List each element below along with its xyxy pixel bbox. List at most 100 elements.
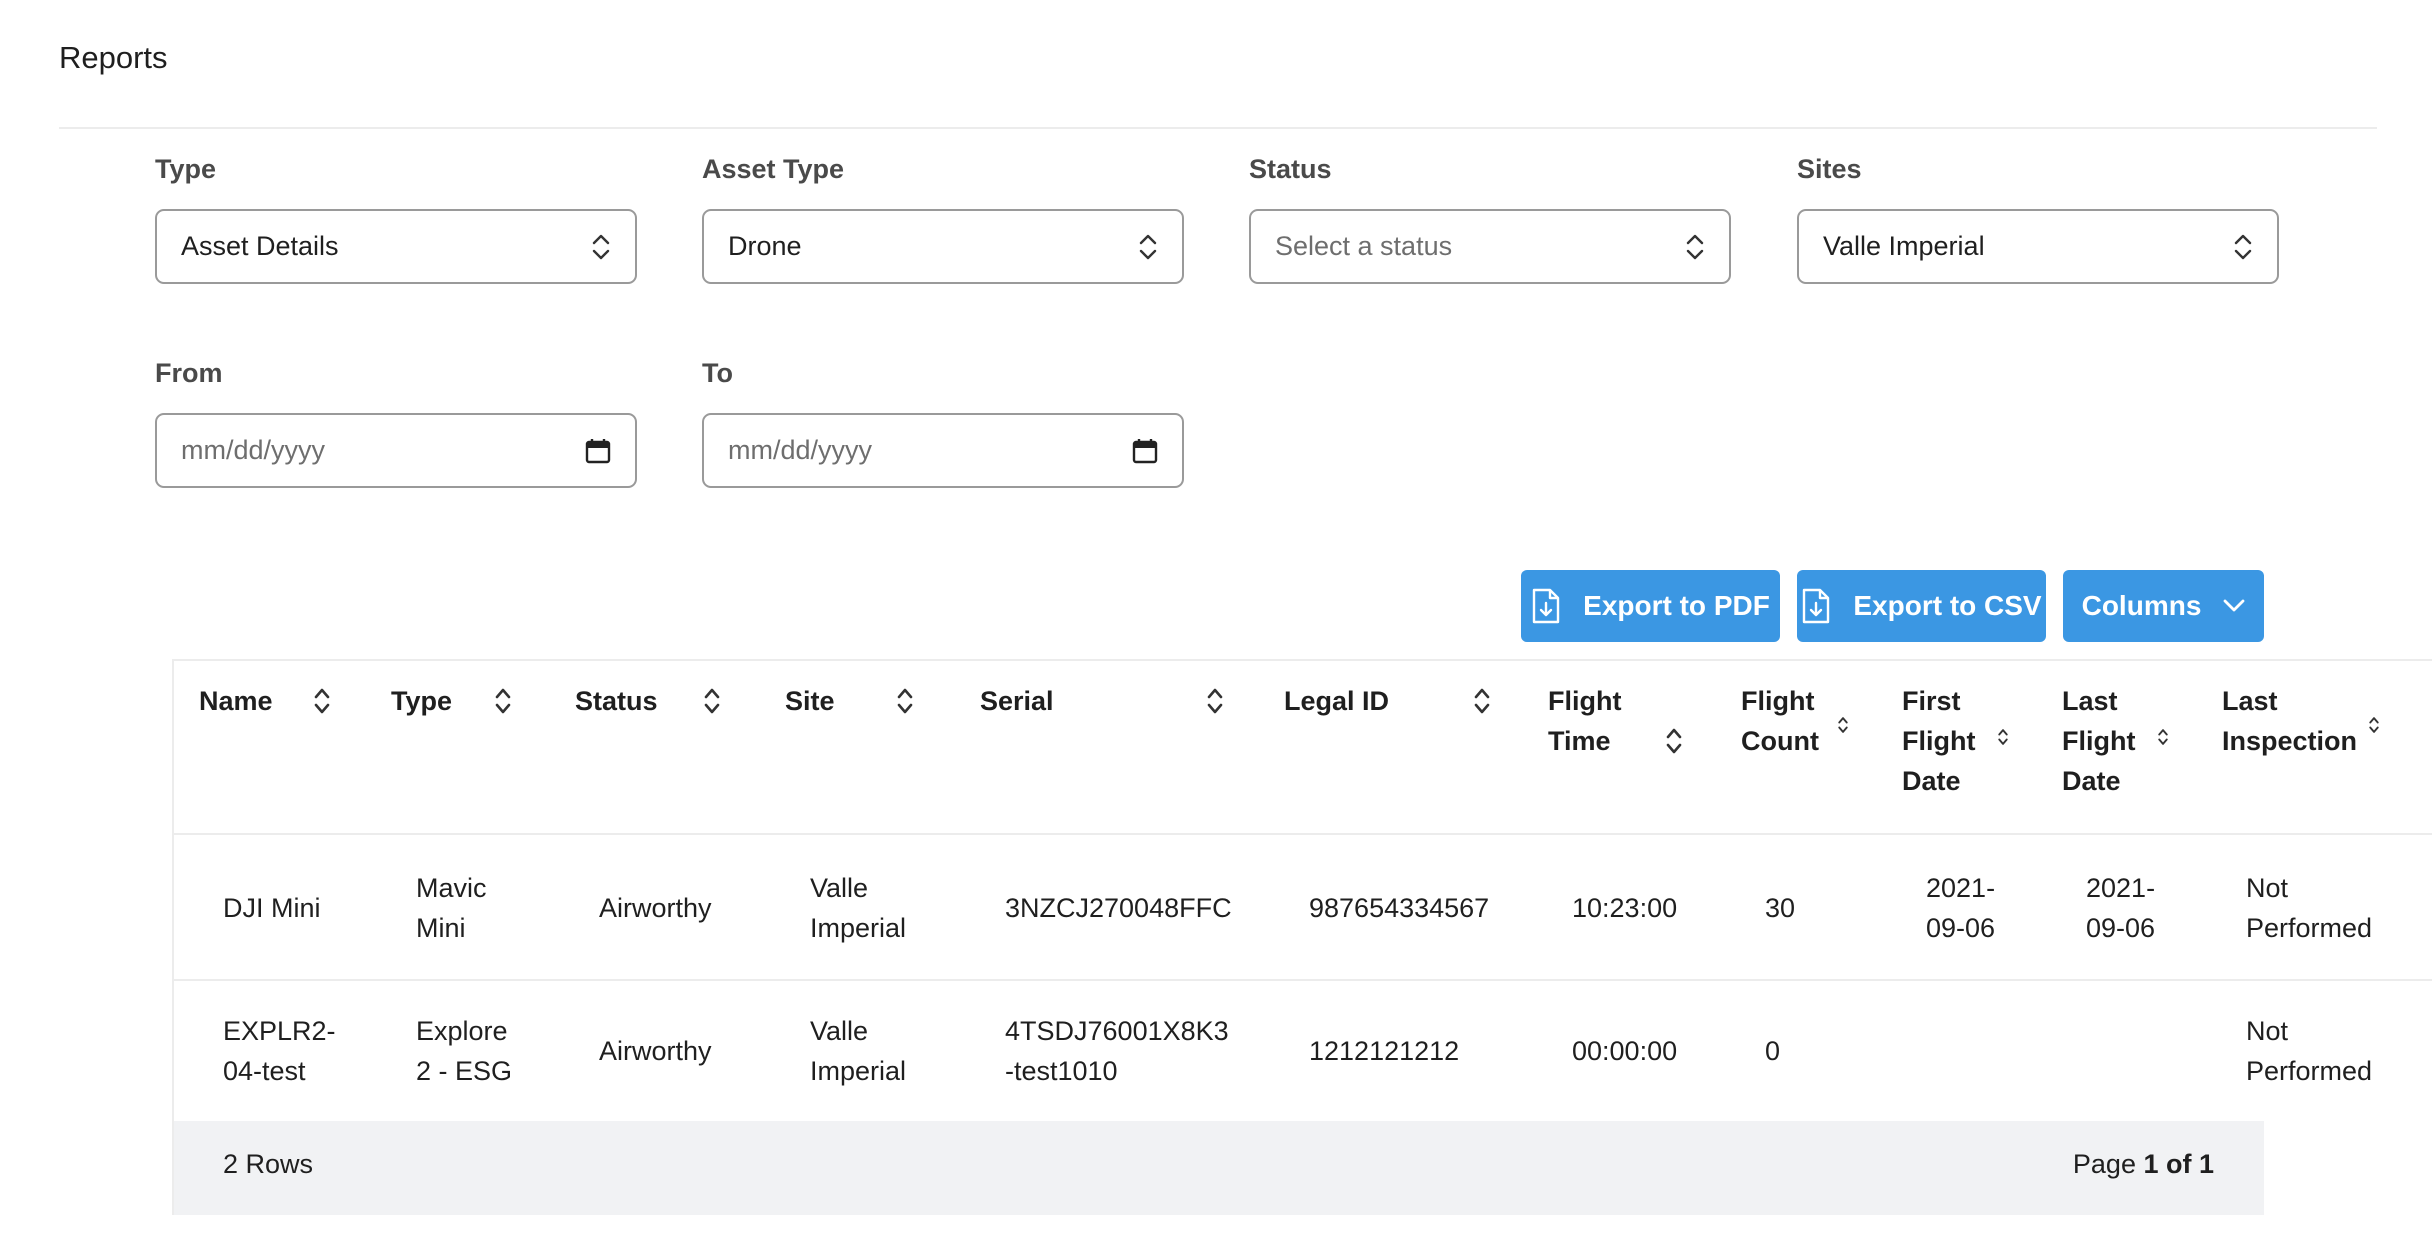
column-header-label-line: Serial: [980, 686, 1054, 716]
from-label: From: [155, 358, 223, 388]
column-header-label-line: Type: [391, 686, 453, 716]
cell-text-line: 3NZCJ270048FFC: [1005, 893, 1232, 923]
cell-site: Valle Imperial: [810, 1011, 906, 1091]
page-prefix: Page: [2072, 1149, 2144, 1179]
column-header-label: Legal ID: [1284, 681, 1389, 721]
table-footer: 2 Rows Page 1 of 1: [174, 1121, 2264, 1215]
cell-text-line: 987654334567: [1309, 893, 1490, 923]
column-header-label: Flight Time: [1548, 681, 1621, 761]
column-header-label-line: Date: [1902, 766, 1961, 796]
column-header-flight-time[interactable]: Flight Time: [1548, 681, 1621, 761]
cell-text-line: Airworthy: [599, 1036, 712, 1066]
sort-icon[interactable]: [1665, 725, 1683, 757]
cell-serial: 4TSDJ76001X8K3 -test1010: [1005, 1011, 1229, 1091]
sort-icon[interactable]: [1997, 727, 2009, 747]
cell-last-inspection: Not Performed: [2246, 868, 2372, 948]
column-header-label: Status: [575, 681, 658, 721]
status-select[interactable]: Select a status: [1249, 209, 1731, 284]
column-header-label-line: Status: [575, 686, 658, 716]
sort-icon[interactable]: [703, 685, 721, 717]
column-header-label-line: Site: [785, 686, 835, 716]
sort-icon[interactable]: [896, 685, 914, 717]
cell-text-line: -test1010: [1005, 1056, 1118, 1086]
column-header-last-flight-date[interactable]: Last Flight Date: [2062, 681, 2135, 801]
column-header-label-line: Flight: [2062, 726, 2136, 756]
column-header-flight-count[interactable]: Flight Count: [1741, 681, 1819, 761]
file-download-icon: [1803, 588, 1830, 624]
sort-icon[interactable]: [313, 685, 331, 717]
calendar-icon[interactable]: [1132, 438, 1158, 464]
page-title: Reports: [59, 40, 168, 75]
column-header-label-line: First: [1902, 686, 1961, 716]
sort-icon[interactable]: [1206, 685, 1224, 717]
column-header-type[interactable]: Type: [391, 681, 452, 721]
column-header-label: Type: [391, 681, 452, 721]
cell-text-line: Imperial: [810, 1056, 907, 1086]
column-header-label-line: Last: [2222, 686, 2278, 716]
up-down-chevron-icon: [1686, 234, 1704, 259]
cell-text-line: 2021-: [1926, 873, 1996, 903]
sites-select[interactable]: Valle Imperial: [1797, 209, 2279, 284]
columns-button[interactable]: Columns: [2063, 570, 2264, 642]
column-header-site[interactable]: Site: [785, 681, 835, 721]
export-pdf-button[interactable]: Export to PDF: [1521, 570, 1780, 642]
sort-icon[interactable]: [2368, 715, 2380, 735]
export-csv-button[interactable]: Export to CSV: [1797, 570, 2046, 642]
cell-legal-id: 987654334567: [1309, 888, 1489, 928]
column-header-label-line: Last: [2062, 686, 2118, 716]
from-date-placeholder: mm/dd/yyyy: [181, 435, 326, 465]
column-header-label: Name: [199, 681, 273, 721]
column-header-label-line: Flight: [1741, 686, 1815, 716]
asset-type-select[interactable]: Drone: [702, 209, 1184, 284]
cell-text-line: Not: [2246, 873, 2289, 903]
column-header-label-line: Inspection: [2222, 726, 2358, 756]
sort-icon[interactable]: [1473, 685, 1491, 717]
column-header-first-flight-date[interactable]: First Flight Date: [1902, 681, 1975, 801]
cell-type: Explore 2 - ESG: [416, 1011, 512, 1091]
column-header-label-line: Count: [1741, 726, 1819, 756]
table-row[interactable]: EXPLR2- 04-test Explore 2 - ESG Airworthy Val…: [174, 981, 2432, 1121]
cell-text-line: 00:00:00: [1572, 1036, 1678, 1066]
pagination-status: Page 1 of 1: [2073, 1149, 2214, 1180]
column-header-serial[interactable]: Serial: [980, 681, 1054, 721]
asset-type-select-value: Drone: [728, 231, 802, 261]
type-select[interactable]: Asset Details: [155, 209, 637, 284]
column-header-label: Last Inspection: [2222, 681, 2357, 761]
chevron-down-icon: [2223, 599, 2245, 612]
file-download-icon: [1532, 588, 1560, 624]
sort-icon[interactable]: [1837, 715, 1849, 735]
column-header-label-line: Date: [2062, 766, 2121, 796]
cell-type: Mavic Mini: [416, 868, 487, 948]
column-header-label: Last Flight Date: [2062, 681, 2135, 801]
cell-text-line: 09-06: [1926, 913, 1996, 943]
sort-icon[interactable]: [2157, 727, 2169, 747]
table-row[interactable]: DJI Mini Mavic Mini Airworthy Valle Imperial 3…: [174, 835, 2432, 981]
cell-text-line: 4TSDJ76001X8K3: [1005, 1016, 1229, 1046]
cell-legal-id: 1212121212: [1309, 1031, 1459, 1071]
cell-text-line: 2021-: [2086, 873, 2156, 903]
column-header-legal-id[interactable]: Legal ID: [1284, 681, 1389, 721]
cell-name: EXPLR2- 04-test: [223, 1011, 336, 1091]
cell-text-line: Performed: [2246, 913, 2373, 943]
column-header-status[interactable]: Status: [575, 681, 658, 721]
cell-text-line: Explore: [416, 1016, 508, 1046]
column-header-name[interactable]: Name: [199, 681, 273, 721]
cell-flight-time: 00:00:00: [1572, 1031, 1677, 1071]
cell-flight-count: 0: [1765, 1031, 1780, 1071]
column-header-label: Site: [785, 681, 835, 721]
column-header-last-inspection[interactable]: Last Inspection: [2222, 681, 2357, 761]
to-date-input[interactable]: mm/dd/yyyy: [702, 413, 1184, 488]
sort-icon[interactable]: [494, 685, 512, 717]
calendar-icon[interactable]: [585, 438, 611, 464]
cell-text-line: 09-06: [2086, 913, 2156, 943]
up-down-chevron-icon: [1139, 234, 1157, 259]
column-header-label-line: Flight: [1548, 686, 1622, 716]
column-header-label-line: Flight: [1902, 726, 1976, 756]
cell-first-flight-date: 2021- 09-06: [1926, 868, 1995, 948]
column-header-label-line: Name: [199, 686, 273, 716]
to-date-placeholder: mm/dd/yyyy: [728, 435, 873, 465]
cell-text-line: Imperial: [810, 913, 907, 943]
column-header-label: First Flight Date: [1902, 681, 1975, 801]
cell-flight-count: 30: [1765, 888, 1795, 928]
from-date-input[interactable]: mm/dd/yyyy: [155, 413, 637, 488]
